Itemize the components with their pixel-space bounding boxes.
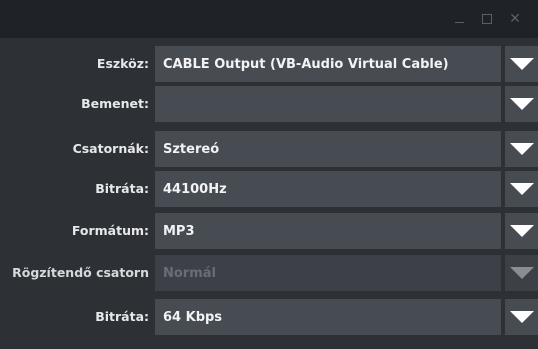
row-bitrate: Bitráta: 64 Kbps [0,299,538,335]
format-value: MP3 [163,224,195,239]
settings-window: ✕ Eszköz: CABLE Output (VB-Audio Virtual… [0,0,538,349]
device-dropdown-button[interactable] [505,46,538,82]
sample-rate-select[interactable]: 44100Hz [155,171,501,207]
bitrate-value: 64 Kbps [163,310,223,325]
channels-value: Sztereó [163,142,220,157]
device-value: CABLE Output (VB-Audio Virtual Cable) [163,57,449,72]
input-dropdown-button[interactable] [505,86,538,122]
record-channel-select: Normál [155,255,501,291]
record-channel-label: Rögzítendő csatorn [12,265,149,280]
minimize-icon[interactable] [452,11,468,27]
row-channels: Csatornák: Sztereó [0,131,538,167]
chevron-down-icon [510,225,534,237]
sample-rate-label: Bitráta: [95,181,149,196]
channels-label: Csatornák: [72,141,149,156]
close-icon[interactable]: ✕ [507,11,523,27]
bitrate-dropdown-button[interactable] [505,299,538,335]
row-input: Bemenet: [0,86,538,122]
chevron-down-icon [510,98,534,110]
bitrate-select[interactable]: 64 Kbps [155,299,501,335]
format-label: Formátum: [71,223,149,238]
chevron-down-icon [510,183,534,195]
title-bar: ✕ [0,0,538,38]
row-device: Eszköz: CABLE Output (VB-Audio Virtual C… [0,46,538,82]
chevron-down-icon [510,311,534,323]
format-dropdown-button[interactable] [505,213,538,249]
device-label: Eszköz: [96,56,149,71]
sample-rate-value: 44100Hz [163,182,227,197]
format-select[interactable]: MP3 [155,213,501,249]
row-format: Formátum: MP3 [0,213,538,249]
record-channel-dropdown-button [505,255,538,291]
bitrate-label: Bitráta: [95,309,149,324]
chevron-down-icon [510,143,534,155]
record-channel-value: Normál [163,266,216,281]
chevron-down-icon [510,58,534,70]
device-select[interactable]: CABLE Output (VB-Audio Virtual Cable) [155,46,501,82]
row-sample-rate: Bitráta: 44100Hz [0,171,538,207]
input-label: Bemenet: [81,96,149,111]
maximize-icon[interactable] [479,11,495,27]
input-select[interactable] [155,86,501,122]
channels-select[interactable]: Sztereó [155,131,501,167]
channels-dropdown-button[interactable] [505,131,538,167]
chevron-down-icon [510,267,534,279]
sample-rate-dropdown-button[interactable] [505,171,538,207]
row-record-channel: Rögzítendő csatorn Normál [0,255,538,291]
